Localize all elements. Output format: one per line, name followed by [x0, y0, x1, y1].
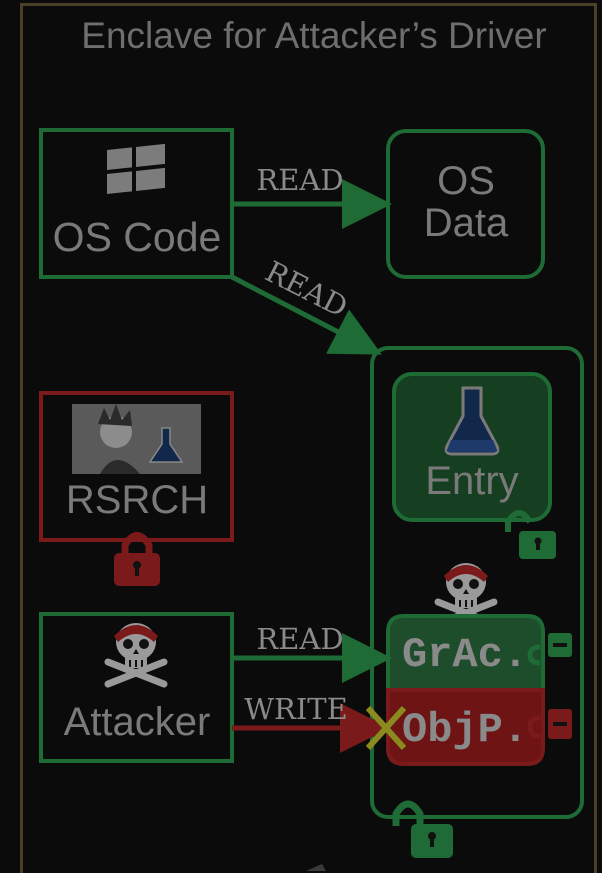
- grac-box: GrAc.: [386, 614, 545, 692]
- arrow-label-read-3: READ: [256, 622, 343, 656]
- diagram-canvas: OS Code OS Data READ READ RSRCH Attacker…: [39, 128, 584, 871]
- entry-box: Entry: [392, 372, 552, 522]
- objp-box: ObjP.: [386, 688, 545, 766]
- arrow-label-write: WRITE: [244, 692, 348, 726]
- researcher-avatar-icon: [72, 404, 201, 474]
- entry-label: Entry: [425, 459, 518, 503]
- padlock-closed-icon: [114, 532, 160, 586]
- pirate-skull-icon: [108, 623, 164, 684]
- objp-label: ObjP.: [402, 706, 528, 754]
- os-code-box: OS Code: [39, 128, 234, 279]
- padlock-open-icon: [392, 800, 453, 858]
- grac-label: GrAc.: [402, 631, 528, 679]
- arrow-attacker-to-grac: READ: [232, 622, 392, 683]
- arrow-attacker-to-objp: WRITE: [232, 692, 390, 753]
- os-data-label-line2: Data: [424, 201, 509, 245]
- attacker-label: Attacker: [64, 700, 211, 744]
- attacker-box: Attacker: [39, 612, 234, 763]
- arrow-os-code-to-enclave: READ: [230, 254, 382, 355]
- os-code-label: OS Code: [53, 214, 222, 260]
- arrow-label-read-1: READ: [256, 163, 343, 197]
- os-data-label-line1: OS: [437, 159, 495, 203]
- os-data-box: OS Data: [386, 129, 545, 279]
- bottom-edge-mark: [306, 864, 326, 871]
- windows-logo-icon: [107, 143, 165, 194]
- rsrch-box: RSRCH: [39, 391, 234, 542]
- arrow-os-code-to-os-data: READ: [232, 163, 392, 229]
- rsrch-label: RSRCH: [66, 478, 208, 522]
